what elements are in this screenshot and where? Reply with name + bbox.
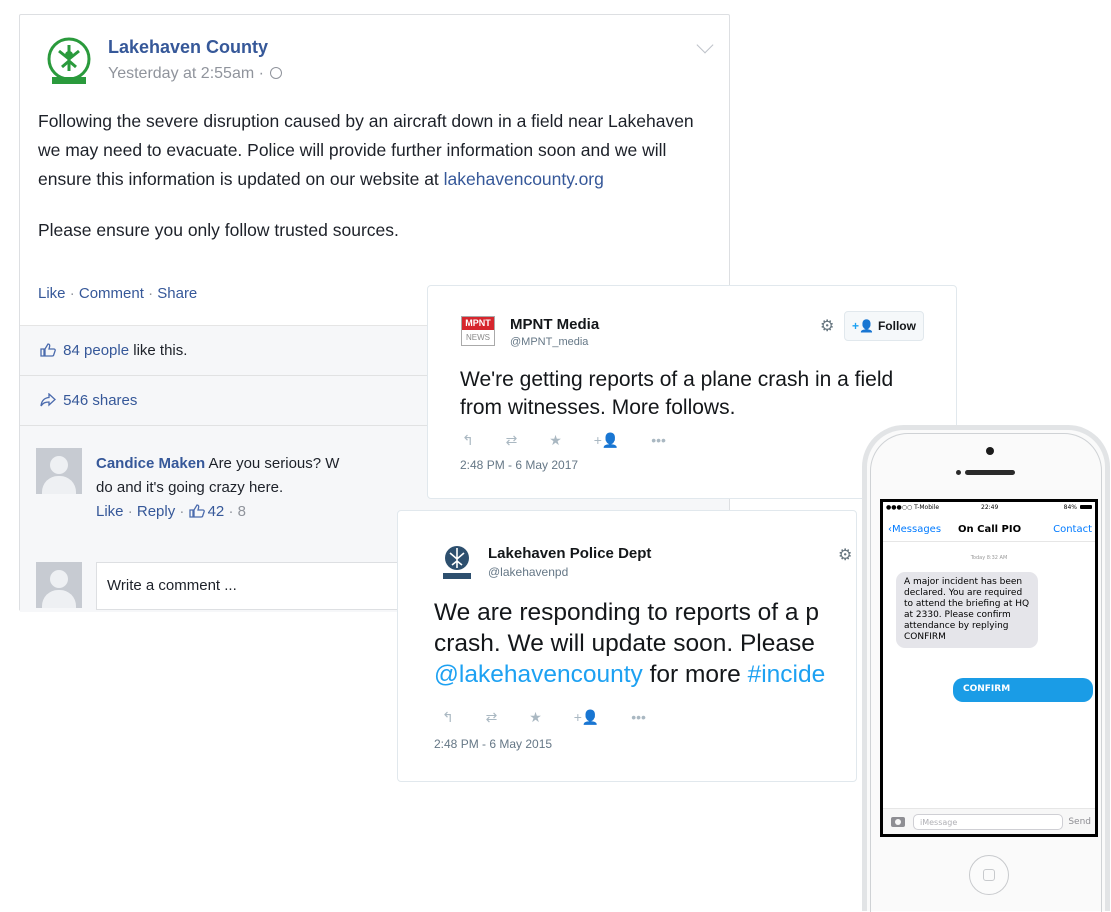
comment-link[interactable]: Comment <box>79 285 144 302</box>
back-button[interactable]: ‹Messages <box>888 524 941 535</box>
gear-icon[interactable]: ⚙ <box>820 316 834 336</box>
separator: · <box>148 285 154 302</box>
phone: ●●●○○ T-Mobile 22:49 84% ‹Messages On Ca… <box>862 425 1110 912</box>
camera-button-icon[interactable] <box>891 817 905 827</box>
retweet-icon[interactable]: ⇄ <box>486 709 498 726</box>
website-link[interactable]: lakehavencounty.org <box>444 169 604 189</box>
logo-bottom-text: NEWS <box>466 333 490 342</box>
conversation-title: On Call PIO <box>958 524 1022 535</box>
post-timestamp[interactable]: Yesterday at 2:55am · <box>108 65 283 83</box>
mention-link[interactable]: @lakehavencounty <box>434 661 643 688</box>
tweet-police: Lakehaven Police Dept @lakehavenpd ⚙ We … <box>397 510 857 782</box>
page-name[interactable]: Lakehaven County <box>108 37 268 58</box>
likes-count-link[interactable]: 84 people <box>63 342 129 359</box>
tweet-text-line2: crash. We will update soon. Please <box>434 630 815 657</box>
comment-reply-link[interactable]: Reply <box>137 503 175 520</box>
gear-icon[interactable]: ⚙ <box>838 545 852 565</box>
post-time-text[interactable]: Yesterday at 2:55am · <box>108 65 264 82</box>
favorite-icon[interactable]: ★ <box>549 432 562 449</box>
sensor <box>956 470 961 475</box>
comment-time[interactable]: 8 <box>238 503 246 520</box>
tweet-date[interactable]: 2:48 PM - 6 May 2017 <box>460 458 578 472</box>
globe-icon <box>270 67 283 79</box>
incoming-message: A major incident has been declared. You … <box>896 572 1038 648</box>
home-button[interactable] <box>969 855 1009 895</box>
tweet-text: We are responding to reports of a p cras… <box>434 597 856 690</box>
more-icon[interactable]: ••• <box>631 709 646 725</box>
camera-icon <box>986 447 994 455</box>
mpnt-logo[interactable]: MPNT NEWS <box>461 316 495 346</box>
add-user-icon: +👤 <box>852 319 874 333</box>
comment-body: Candice Maken Are you serious? W do and … <box>96 452 396 524</box>
favorite-icon[interactable]: ★ <box>529 709 542 726</box>
avatar <box>36 562 82 608</box>
comment-text: Are you serious? W <box>205 455 340 472</box>
tweet-author-handle[interactable]: @MPNT_media <box>510 336 588 348</box>
comment-like-link[interactable]: Like <box>96 503 124 520</box>
battery-icon <box>1080 505 1092 509</box>
message-date: Today 8:32 AM <box>970 555 1008 561</box>
tweet-actions: ↰ ⇄ ★ +👤 ••• <box>442 709 674 726</box>
comment-meta: Like · Reply · 42 · 8 <box>96 503 246 520</box>
tweet-date[interactable]: 2:48 PM - 6 May 2015 <box>434 737 552 751</box>
messages-nav-bar: ‹Messages On Call PIO Contact <box>883 516 1095 542</box>
tweet-text: We're getting reports of a plane crash i… <box>460 368 894 419</box>
comment-text-line2: do and it's going crazy here. <box>96 479 284 496</box>
tweet-text-mid: for more <box>642 661 748 688</box>
follow-button[interactable]: +👤 Follow <box>844 311 924 341</box>
tweet-author-name[interactable]: Lakehaven Police Dept <box>488 545 651 562</box>
thumbs-up-icon <box>188 504 205 518</box>
shares-count[interactable]: 546 shares <box>63 392 137 409</box>
hashtag-link[interactable]: #incide <box>748 661 826 688</box>
share-arrow-icon <box>40 393 56 407</box>
likes-suffix: like this. <box>129 342 188 359</box>
separator: · <box>179 503 185 520</box>
follow-label: Follow <box>877 319 916 333</box>
comment-like-count[interactable]: 42 <box>208 503 225 520</box>
comment-input[interactable]: Write a comment ... <box>96 562 406 610</box>
contact-button[interactable]: Contact <box>1053 524 1092 535</box>
post-actions: Like · Comment · Share <box>38 285 197 302</box>
separator: · <box>228 503 234 520</box>
status-bar: ●●●○○ T-Mobile 22:49 84% <box>883 502 1095 514</box>
battery-level: 84% <box>1063 504 1077 511</box>
post-paragraph: Following the severe disruption caused b… <box>38 107 718 194</box>
like-link[interactable]: Like <box>38 285 66 302</box>
chevron-down-icon[interactable] <box>696 36 714 54</box>
separator: · <box>69 285 75 302</box>
speaker <box>965 470 1015 475</box>
clock: 22:49 <box>981 504 999 511</box>
back-label: Messages <box>892 524 942 535</box>
tweet-text-line1: We are responding to reports of a p <box>434 599 819 626</box>
carrier: ●●●○○ T-Mobile <box>886 504 940 511</box>
post-paragraph-2: Please ensure you only follow trusted so… <box>38 220 399 240</box>
avatar[interactable] <box>36 448 82 494</box>
send-button[interactable]: Send <box>1068 817 1091 827</box>
follow-icon[interactable]: +👤 <box>594 432 620 449</box>
outgoing-message: CONFIRM <box>953 678 1093 702</box>
retweet-icon[interactable]: ⇄ <box>506 432 518 449</box>
reply-icon[interactable]: ↰ <box>442 709 454 726</box>
message-input-bar: iMessage Send <box>883 808 1095 834</box>
police-badge-icon[interactable] <box>440 543 474 583</box>
thumbs-up-icon <box>40 343 56 357</box>
county-logo-icon[interactable] <box>44 37 94 87</box>
imessage-input[interactable]: iMessage <box>913 814 1063 830</box>
follow-icon[interactable]: +👤 <box>574 709 600 726</box>
tweet-actions: ↰ ⇄ ★ +👤 ••• <box>462 432 694 449</box>
share-link[interactable]: Share <box>157 285 197 302</box>
separator: · <box>127 503 133 520</box>
tweet-author-handle[interactable]: @lakehavenpd <box>488 565 568 579</box>
reply-icon[interactable]: ↰ <box>462 432 474 449</box>
logo-top-text: MPNT <box>462 317 494 330</box>
comment-author[interactable]: Candice Maken <box>96 455 205 472</box>
phone-screen: ●●●○○ T-Mobile 22:49 84% ‹Messages On Ca… <box>880 499 1098 837</box>
tweet-author-name[interactable]: MPNT Media <box>510 316 599 333</box>
more-icon[interactable]: ••• <box>651 432 666 448</box>
post-body: Following the severe disruption caused b… <box>38 107 718 267</box>
